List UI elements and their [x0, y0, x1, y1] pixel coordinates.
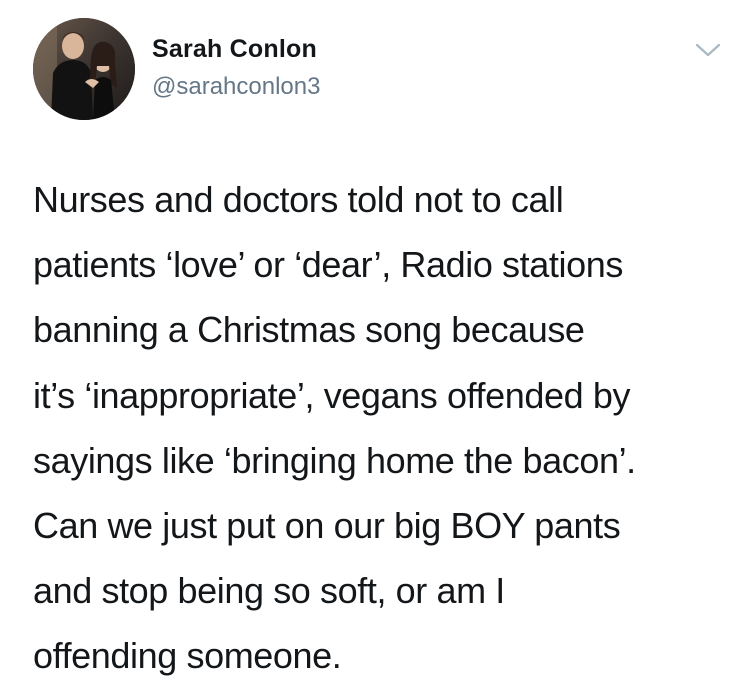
tweet-text-line: Can we just put on our big BOY pants [33, 505, 621, 547]
tweet-text: Nurses and doctors told not to call pati… [33, 167, 733, 689]
avatar[interactable] [33, 18, 135, 120]
chevron-down-icon[interactable] [694, 40, 722, 60]
tweet: Sarah Conlon @sarahconlon3 Nurses and do… [0, 0, 750, 679]
avatar-photo [33, 18, 135, 120]
tweet-text-line: sayings like ‘bringing home the bacon’. [33, 439, 636, 481]
author-name[interactable]: Sarah Conlon [152, 35, 317, 64]
tweet-text-line: banning a Christmas song because [33, 309, 585, 351]
tweet-text-line: and stop being so soft, or am I [33, 570, 505, 612]
author-handle[interactable]: @sarahconlon3 [152, 73, 320, 101]
tweet-text-line: patients ‘love’ or ‘dear’, Radio station… [33, 244, 623, 286]
tweet-text-line: it’s ‘inappropriate’, vegans offended by [33, 374, 631, 416]
tweet-text-line: Nurses and doctors told not to call [33, 179, 564, 220]
